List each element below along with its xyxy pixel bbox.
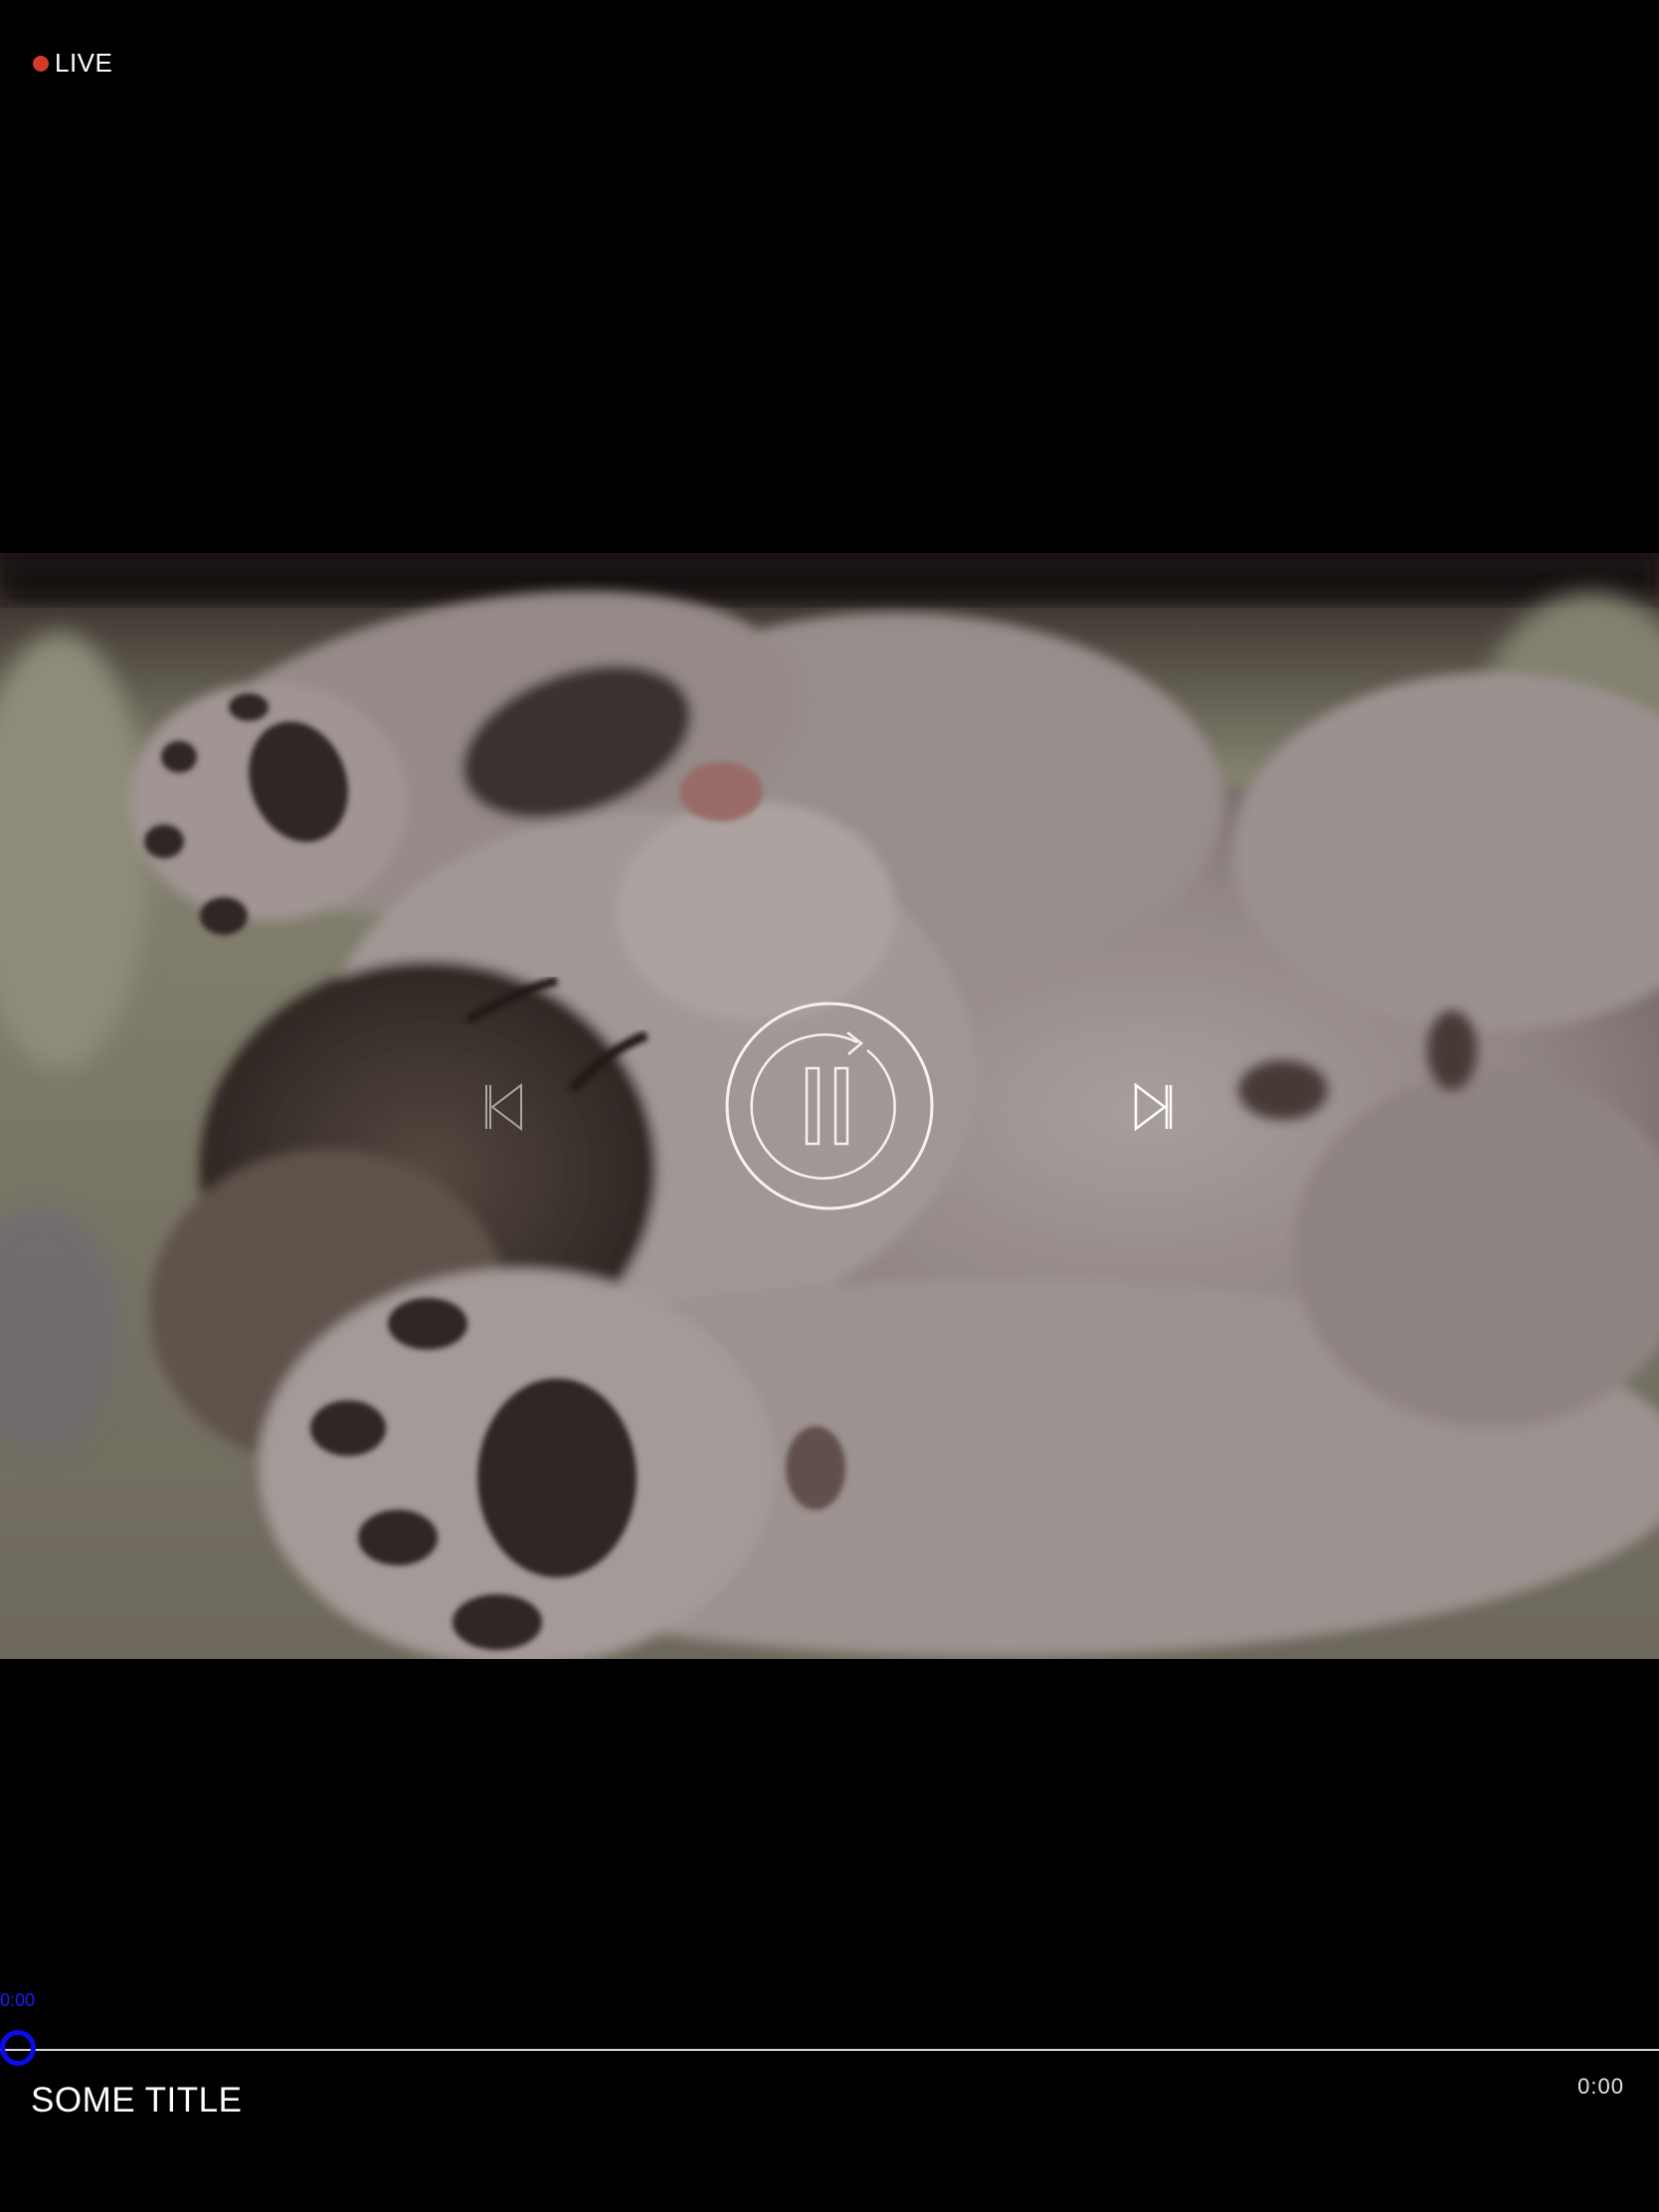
skip-previous-icon — [485, 1082, 522, 1132]
live-dot-icon — [33, 55, 49, 72]
previous-button[interactable] — [481, 1082, 525, 1132]
pause-circle-icon — [725, 1002, 934, 1210]
skip-next-icon — [1134, 1082, 1173, 1132]
progress-thumb[interactable] — [0, 2030, 36, 2066]
next-button[interactable] — [1132, 1082, 1176, 1132]
total-time: 0:00 — [1577, 2074, 1624, 2099]
live-label: LIVE — [55, 48, 113, 78]
progress-track[interactable] — [0, 2049, 1659, 2051]
play-pause-button[interactable] — [722, 999, 937, 1213]
media-title: SOME TITLE — [31, 2081, 243, 2120]
video-player[interactable]: LIVE 0:00 0:00 SOME TITLE — [0, 0, 1659, 2212]
live-badge: LIVE — [33, 48, 112, 79]
current-time: 0:00 — [0, 1990, 36, 2010]
